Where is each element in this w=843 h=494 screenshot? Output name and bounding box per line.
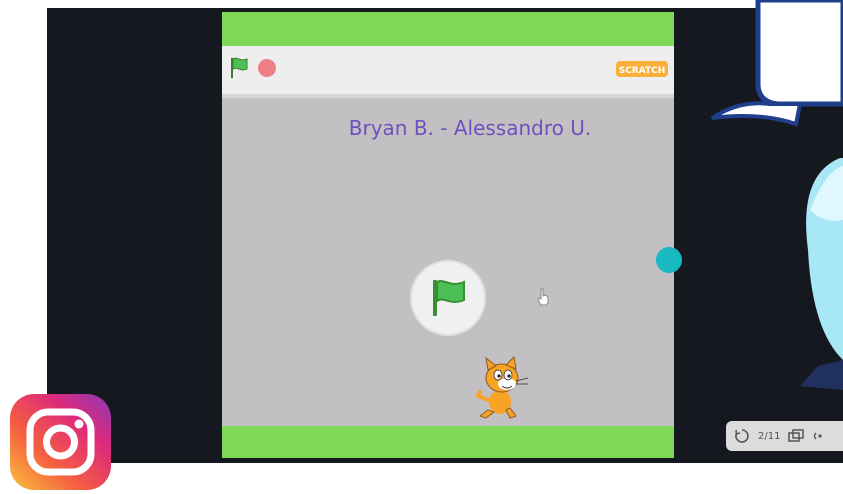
scratch-logo: SCRATCH xyxy=(616,59,668,79)
replay-icon[interactable] xyxy=(734,428,750,444)
hand-cursor-icon xyxy=(536,288,550,310)
bottom-green-band xyxy=(222,426,674,458)
copy-icon[interactable] xyxy=(788,429,805,443)
start-flag-overlay[interactable] xyxy=(412,262,484,334)
svg-text:SCRATCH: SCRATCH xyxy=(619,66,666,76)
pointer-dot xyxy=(656,247,682,273)
audio-icon[interactable] xyxy=(812,429,826,443)
speech-bubble-illustration xyxy=(700,0,843,420)
instagram-logo xyxy=(10,394,111,490)
scratch-player: SCRATCH Bryan B. - Alessandro U. xyxy=(222,12,674,458)
stop-button[interactable] xyxy=(258,59,276,77)
player-controls: SCRATCH xyxy=(222,46,674,98)
green-flag-icon xyxy=(231,57,248,78)
slide-controls: 2/11 xyxy=(726,421,843,451)
top-green-band xyxy=(222,12,674,46)
green-flag-icon xyxy=(433,280,465,316)
stage-title: Bryan B. - Alessandro U. xyxy=(348,116,592,140)
slide-counter: 2/11 xyxy=(758,430,781,442)
cat-sprite[interactable] xyxy=(474,355,532,424)
green-flag-button[interactable] xyxy=(228,56,250,80)
